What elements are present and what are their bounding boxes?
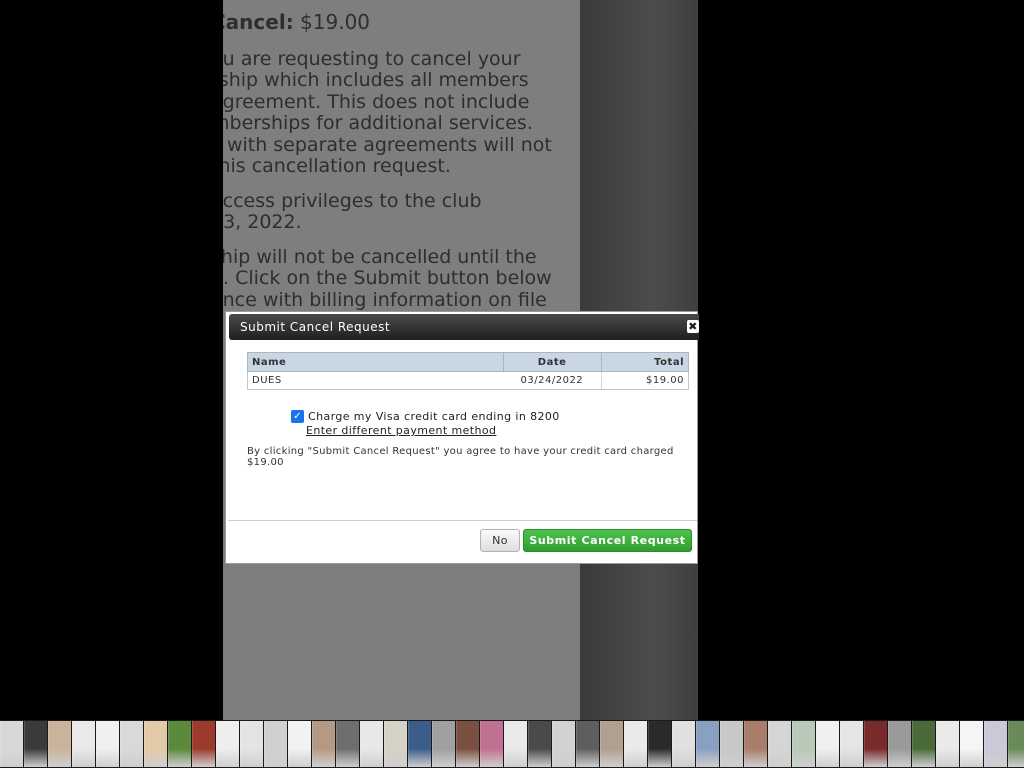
thumbnail-image[interactable]: [24, 721, 47, 767]
dialog-title: Submit Cancel Request: [240, 320, 391, 334]
cancel-paragraph-1: ou are requesting to cancel your rship w…: [223, 47, 552, 177]
thumbnail-image[interactable]: [1008, 721, 1024, 767]
column-header-name: Name: [247, 352, 504, 372]
thumbnail-image[interactable]: [288, 721, 311, 767]
no-button[interactable]: No: [480, 529, 520, 552]
thumbnail-image[interactable]: [696, 721, 719, 767]
thumbnail-image[interactable]: [864, 721, 887, 767]
close-icon[interactable]: ✖: [687, 320, 699, 333]
different-payment-link[interactable]: Enter different payment method: [306, 424, 496, 437]
thumbnail-image[interactable]: [216, 721, 239, 767]
agreement-text: By clicking "Submit Cancel Request" you …: [247, 446, 674, 468]
thumbnail-image[interactable]: [312, 721, 335, 767]
checkbox-checked-icon[interactable]: ✓: [291, 410, 304, 423]
thumbnail-image[interactable]: [360, 721, 383, 767]
thumbnail-image[interactable]: [840, 721, 863, 767]
thumbnail-image[interactable]: [888, 721, 911, 767]
table-header-row: Name Date Total: [247, 352, 690, 372]
thumbnail-image[interactable]: [528, 721, 551, 767]
submit-cancel-dialog: Submit Cancel Request ✖ Name Date Total …: [225, 311, 699, 564]
thumbnail-image[interactable]: [576, 721, 599, 767]
thumbnail-image[interactable]: [600, 721, 623, 767]
thumbnail-image[interactable]: [768, 721, 791, 767]
row-date-cell: 03/24/2022: [503, 371, 602, 390]
thumbnail-image[interactable]: [912, 721, 935, 767]
thumbnail-image[interactable]: [432, 721, 455, 767]
column-header-date: Date: [502, 352, 602, 372]
submit-cancel-request-button[interactable]: Submit Cancel Request: [523, 529, 692, 552]
column-header-total: Total: [600, 352, 690, 372]
thumbnail-image[interactable]: [408, 721, 431, 767]
thumbnail-image[interactable]: [336, 721, 359, 767]
thumbnail-image[interactable]: [192, 721, 215, 767]
cancel-paragraph-3: ship will not be cancelled until the d. …: [223, 245, 552, 311]
dialog-divider: [228, 520, 697, 521]
thumbnail-image[interactable]: [984, 721, 1007, 767]
thumbnail-image[interactable]: [672, 721, 695, 767]
thumbnail-image[interactable]: [0, 721, 23, 767]
thumbnail-image[interactable]: [384, 721, 407, 767]
thumbnail-image[interactable]: [720, 721, 743, 767]
thumbnail-image[interactable]: [960, 721, 983, 767]
thumbnail-image[interactable]: [504, 721, 527, 767]
thumbnail-image[interactable]: [936, 721, 959, 767]
charge-card-label: Charge my Visa credit card ending in 820…: [308, 410, 560, 423]
thumbnail-strip: [0, 720, 1024, 768]
thumbnail-image[interactable]: [144, 721, 167, 767]
thumbnail-image[interactable]: [72, 721, 95, 767]
charges-table: Name Date Total DUES 03/24/2022 $19.00: [247, 352, 690, 390]
table-row: DUES 03/24/2022 $19.00: [247, 371, 690, 390]
thumbnail-image[interactable]: [168, 721, 191, 767]
row-name-cell: DUES: [247, 371, 504, 390]
row-total-cell: $19.00: [601, 371, 690, 390]
thumbnail-image[interactable]: [816, 721, 839, 767]
background-page-text: Cancel: $19.00 ou are requesting to canc…: [223, 10, 556, 324]
cancel-amount-heading: Cancel: $19.00: [223, 10, 371, 34]
thumbnail-image[interactable]: [96, 721, 119, 767]
thumbnail-image[interactable]: [792, 721, 815, 767]
thumbnail-image[interactable]: [648, 721, 671, 767]
thumbnail-image[interactable]: [480, 721, 503, 767]
thumbnail-image[interactable]: [240, 721, 263, 767]
cancel-paragraph-2: access privileges to the club 23, 2022.: [223, 189, 482, 233]
thumbnail-image[interactable]: [744, 721, 767, 767]
thumbnail-image[interactable]: [120, 721, 143, 767]
thumbnail-image[interactable]: [456, 721, 479, 767]
thumbnail-image[interactable]: [624, 721, 647, 767]
dialog-titlebar: Submit Cancel Request ✖: [229, 314, 699, 340]
thumbnail-image[interactable]: [552, 721, 575, 767]
thumbnail-image[interactable]: [48, 721, 71, 767]
thumbnail-image[interactable]: [264, 721, 287, 767]
